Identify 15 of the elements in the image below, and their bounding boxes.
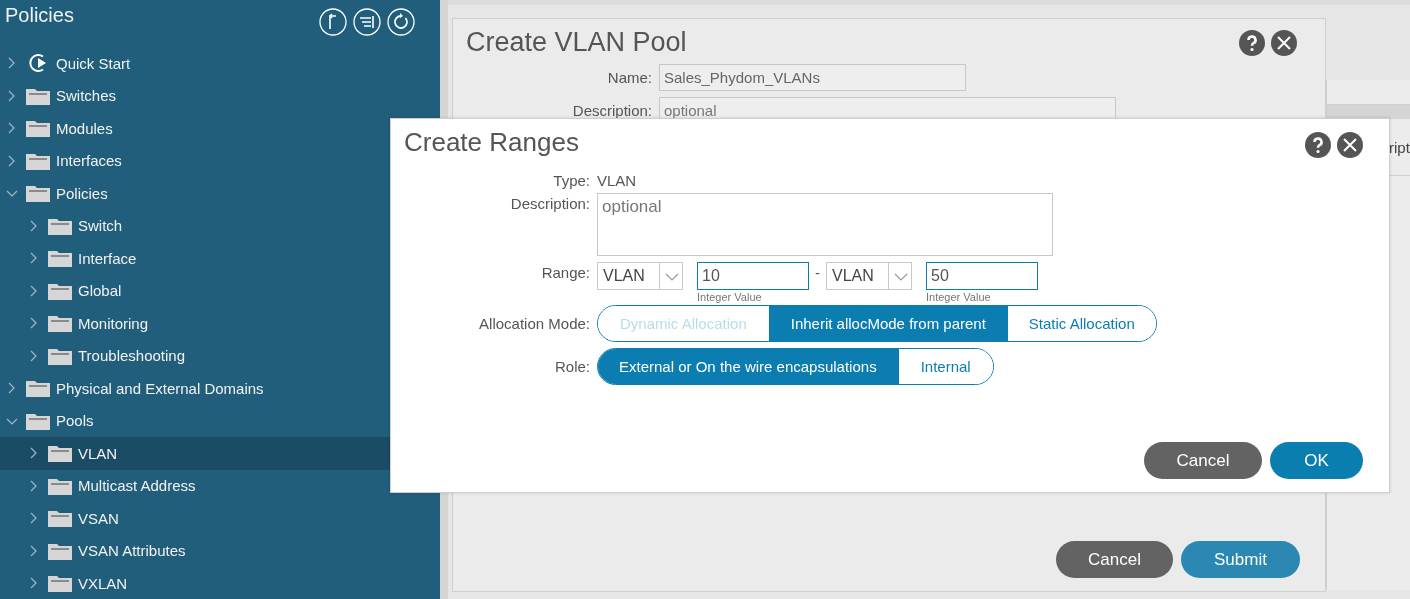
field-label: Range: bbox=[540, 263, 590, 281]
field-hint: Integer Value bbox=[697, 291, 763, 303]
dialog-title: Create VLAN Pool bbox=[466, 27, 687, 58]
panel-title: Policies bbox=[5, 4, 74, 28]
field-hint: Integer Value bbox=[926, 291, 992, 303]
field-label: Description: bbox=[571, 101, 652, 119]
column-header: ript bbox=[1389, 138, 1410, 156]
field-label: Name: bbox=[606, 68, 652, 86]
range-separator: - bbox=[814, 263, 821, 281]
field-label: Description: bbox=[509, 194, 590, 212]
type-value: VLAN bbox=[597, 171, 637, 189]
field-label: Role: bbox=[553, 358, 590, 375]
field-label: Type: bbox=[552, 171, 590, 189]
field-label: Allocation Mode: bbox=[478, 315, 590, 332]
dialog-title: Create Ranges bbox=[404, 127, 579, 158]
